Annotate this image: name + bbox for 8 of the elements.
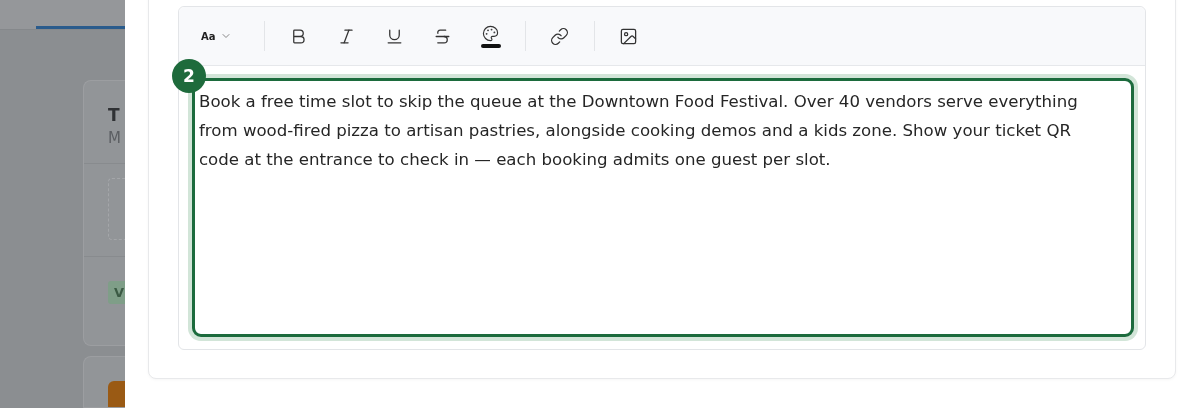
step-badge: 2	[172, 59, 206, 93]
link-icon	[550, 26, 569, 46]
card-title: T	[108, 105, 121, 125]
card-image	[108, 381, 125, 407]
palette-icon	[482, 24, 499, 42]
status-tag: V	[108, 281, 125, 304]
image-icon	[619, 26, 638, 46]
text-size-button[interactable]: Aa	[195, 26, 238, 46]
